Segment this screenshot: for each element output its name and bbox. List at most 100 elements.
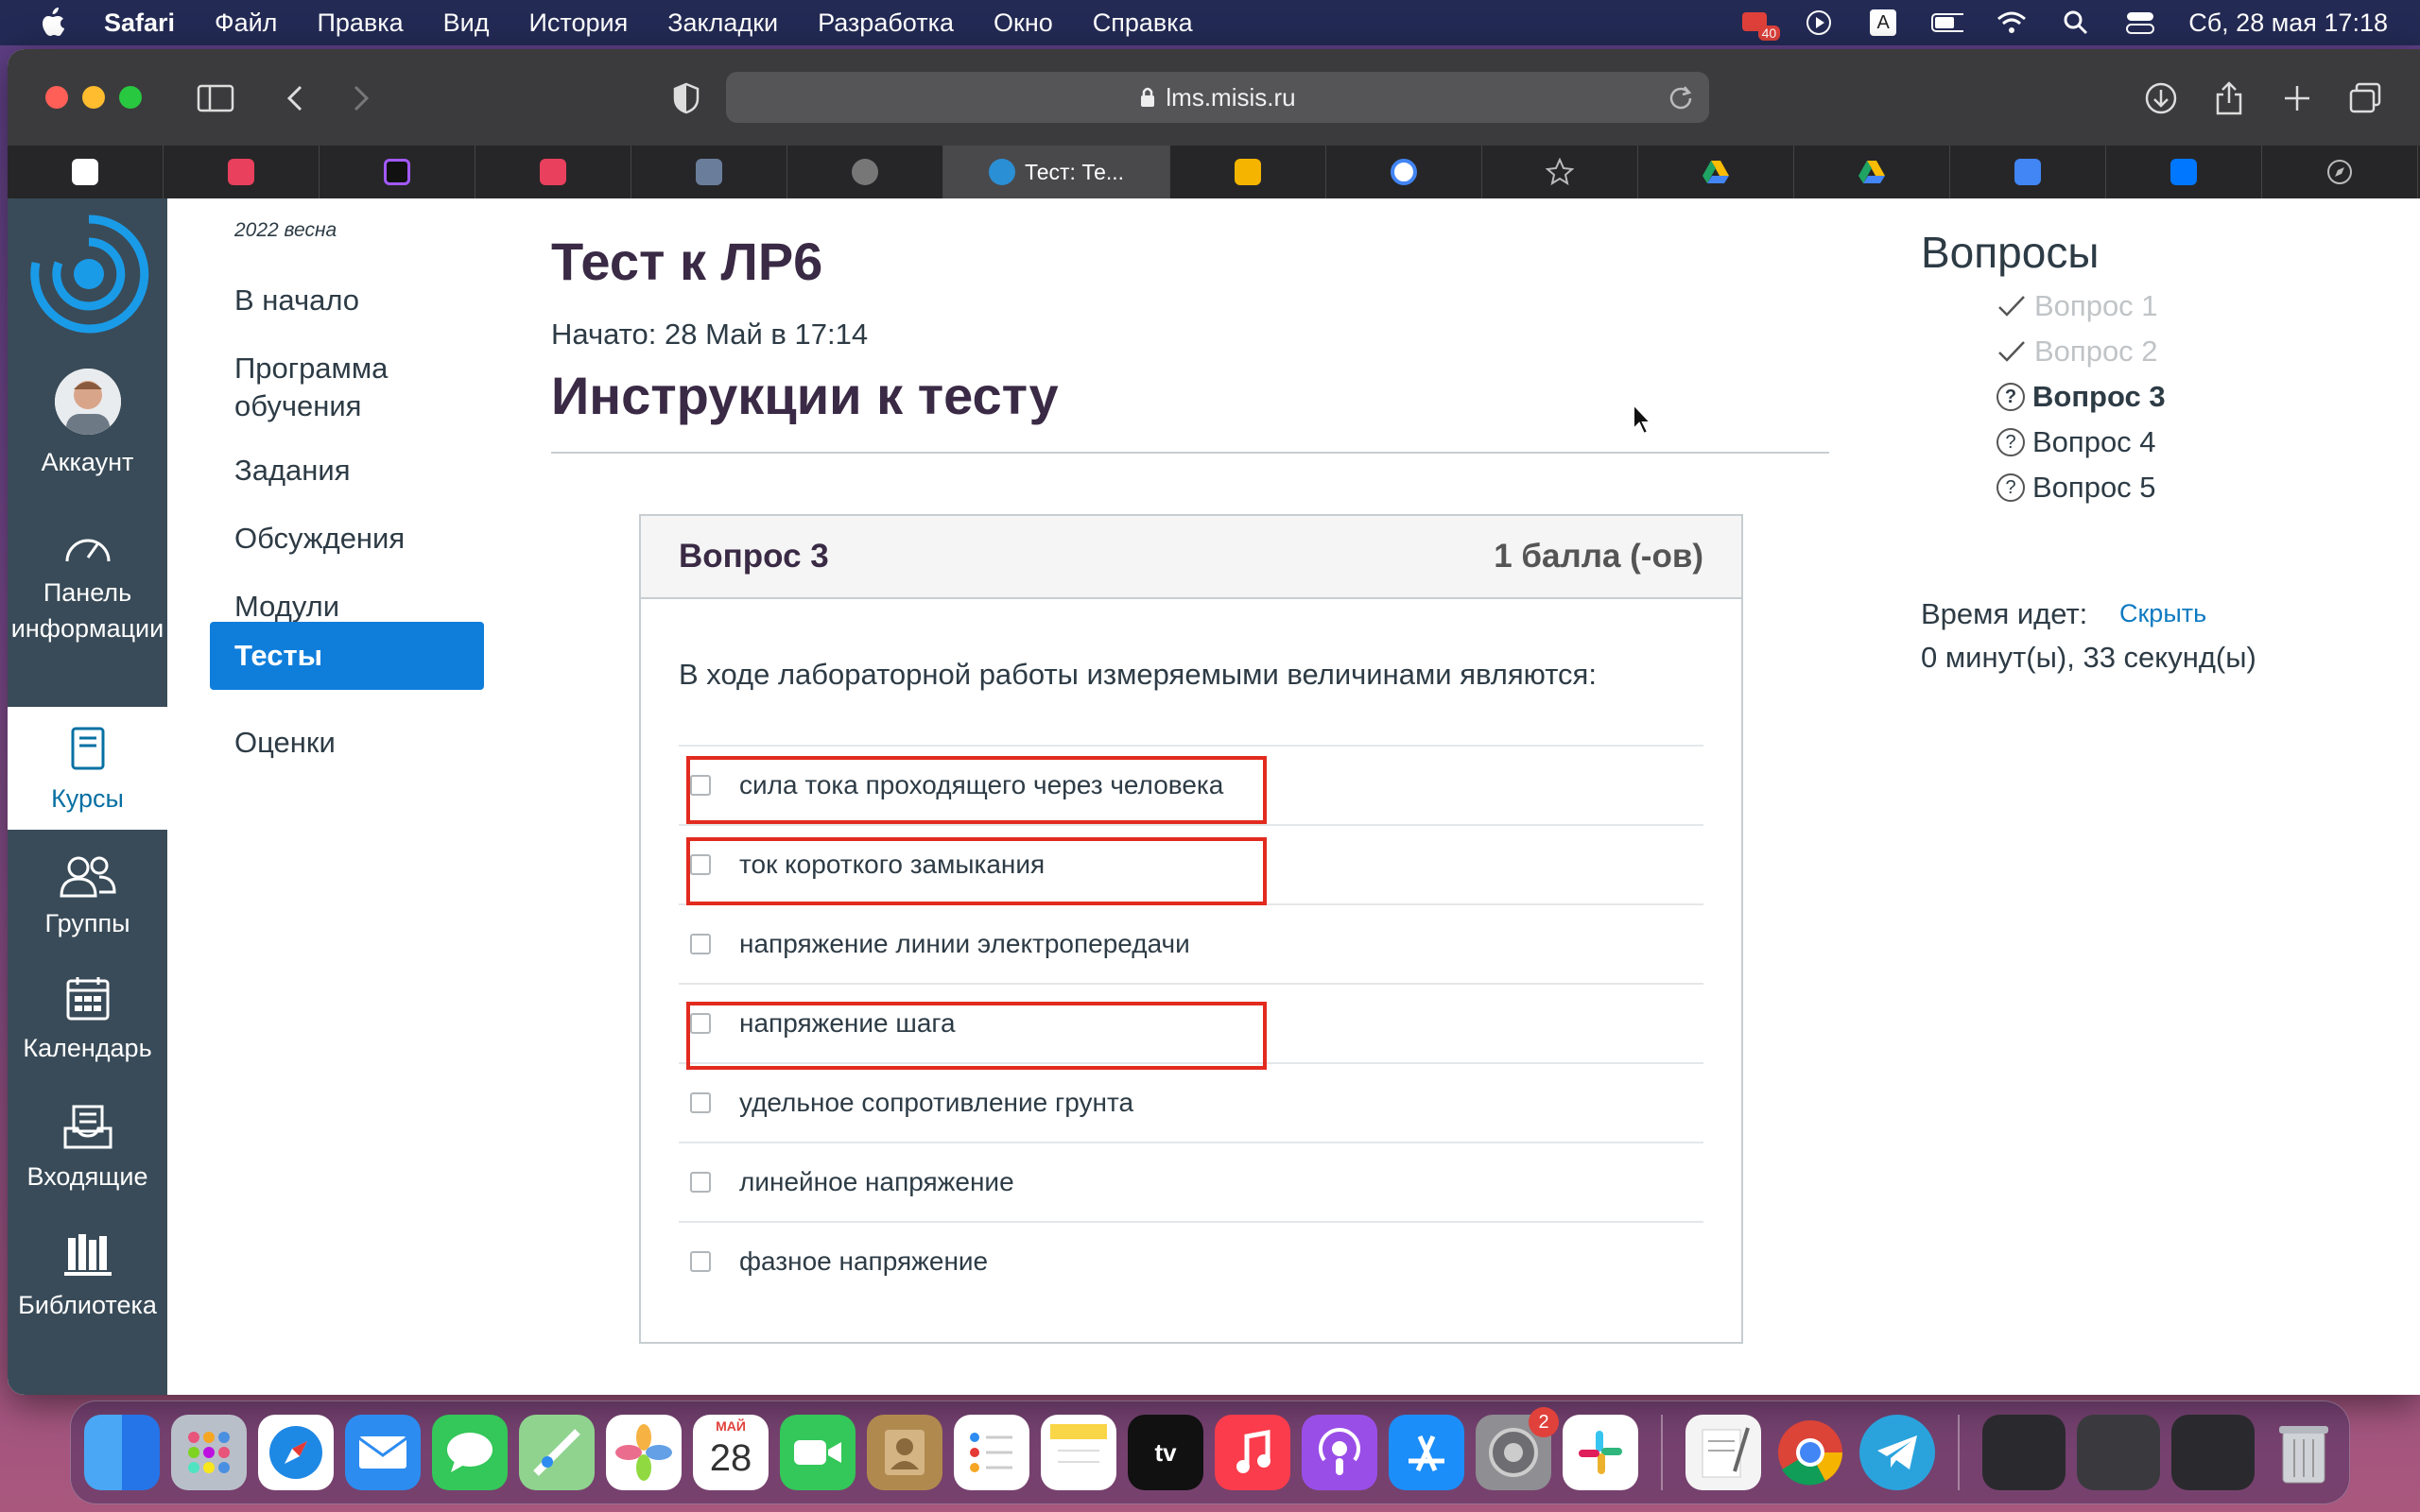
system-preferences-icon[interactable]: 2 [1476, 1407, 1559, 1490]
global-nav-groups[interactable]: Группы [8, 854, 167, 941]
facetime-icon[interactable] [780, 1415, 856, 1490]
privacy-shield-icon[interactable] [664, 76, 709, 121]
share-icon[interactable] [2206, 76, 2252, 121]
menu-history[interactable]: История [529, 9, 629, 38]
answer-option[interactable]: удельное сопротивление грунта [679, 1062, 1703, 1142]
launchpad-icon[interactable] [171, 1415, 247, 1490]
answer-checkbox[interactable] [690, 934, 711, 954]
global-nav-inbox[interactable]: Входящие [8, 1104, 167, 1194]
answer-checkbox[interactable] [690, 1092, 711, 1113]
chrome-icon[interactable] [1772, 1415, 1848, 1490]
spotlight-search-icon[interactable] [2060, 9, 2092, 37]
question-link-2[interactable]: Вопрос 2 [1996, 335, 2158, 369]
answer-checkbox[interactable] [690, 1172, 711, 1193]
global-nav-account[interactable]: Аккаунт [8, 369, 167, 480]
lms-logo-icon[interactable] [21, 206, 153, 338]
minimized-window-thumbnail[interactable] [2077, 1415, 2160, 1490]
input-source-icon[interactable]: A [1867, 9, 1899, 37]
music-icon[interactable] [1215, 1415, 1290, 1490]
safari-icon[interactable] [258, 1415, 334, 1490]
wifi-icon[interactable] [1996, 9, 2028, 37]
zoom-window-button[interactable] [119, 86, 142, 109]
apple-icon[interactable] [38, 7, 66, 39]
mail-icon[interactable] [345, 1415, 421, 1490]
tab-apple[interactable] [787, 146, 943, 198]
tab-google[interactable] [1326, 146, 1482, 198]
answer-option[interactable]: линейное напряжение [679, 1142, 1703, 1221]
course-nav-quizzes[interactable]: Тесты [210, 622, 484, 690]
tab-quiz-active[interactable]: Тест: Те... [943, 146, 1170, 198]
global-nav-library[interactable]: Библиотека [8, 1232, 167, 1323]
tab-compass[interactable] [2262, 146, 2418, 198]
global-nav-dashboard[interactable]: Панель информации [8, 529, 167, 646]
back-button[interactable] [272, 76, 318, 121]
telegram-icon[interactable] [1859, 1415, 1935, 1490]
course-nav-syllabus[interactable]: Программа обучения [210, 350, 484, 425]
contacts-icon[interactable] [867, 1415, 942, 1490]
tab-video[interactable] [8, 146, 164, 198]
tab-app-pink-2[interactable] [475, 146, 631, 198]
forward-button[interactable] [338, 76, 384, 121]
menu-view[interactable]: Вид [443, 9, 490, 38]
course-nav-home[interactable]: В начало [210, 282, 484, 319]
question-link-1[interactable]: Вопрос 1 [1996, 289, 2158, 323]
hide-timer-link[interactable]: Скрыть [2119, 599, 2206, 628]
tab-overview-icon[interactable] [2342, 76, 2388, 121]
textedit-icon[interactable] [1685, 1415, 1761, 1490]
tab-drive-2[interactable] [1794, 146, 1950, 198]
messages-icon[interactable] [432, 1415, 508, 1490]
trash-icon[interactable] [2266, 1415, 2342, 1490]
calendar-app-icon[interactable]: МАЙ 28 [693, 1415, 769, 1490]
tab-app-pink-1[interactable] [164, 146, 320, 198]
slack-icon[interactable] [1563, 1415, 1638, 1490]
notes-icon[interactable] [1041, 1415, 1116, 1490]
tab-vk[interactable] [2106, 146, 2262, 198]
sidebar-toggle-icon[interactable] [193, 76, 238, 121]
minimized-window-thumbnail[interactable] [2171, 1415, 2255, 1490]
menu-window[interactable]: Окно [994, 9, 1053, 38]
battery-icon[interactable] [1931, 9, 1964, 37]
finder-icon[interactable] [84, 1415, 160, 1490]
question-link-3[interactable]: ? Вопрос 3 [1996, 380, 2166, 414]
apple-tv-icon[interactable]: tv [1128, 1415, 1203, 1490]
reminders-icon[interactable] [954, 1415, 1029, 1490]
control-center-icon[interactable] [2124, 9, 2156, 37]
play-circle-icon[interactable] [1803, 9, 1835, 37]
course-nav-grades[interactable]: Оценки [210, 724, 484, 762]
podcasts-icon[interactable] [1302, 1415, 1377, 1490]
address-bar[interactable]: lms.misis.ru [726, 72, 1709, 123]
minimize-window-button[interactable] [82, 86, 105, 109]
tab-bookmark[interactable] [1482, 146, 1638, 198]
question-link-5[interactable]: ? Вопрос 5 [1996, 471, 2156, 505]
new-tab-plus-icon[interactable] [2274, 76, 2320, 121]
minimized-window-thumbnail[interactable] [1982, 1415, 2066, 1490]
tab-figma[interactable] [320, 146, 475, 198]
tab-slides[interactable] [1170, 146, 1326, 198]
course-nav-assignments[interactable]: Задания [210, 452, 484, 490]
photos-icon[interactable] [606, 1415, 682, 1490]
reload-icon[interactable] [1668, 83, 1694, 110]
status-app-icon[interactable]: 40 [1738, 9, 1781, 41]
global-nav-courses[interactable]: Курсы [8, 707, 167, 830]
global-nav-calendar[interactable]: Календарь [8, 975, 167, 1066]
menubar-datetime[interactable]: Сб, 28 мая 17:18 [2188, 9, 2388, 38]
menu-bookmarks[interactable]: Закладки [667, 9, 778, 38]
menu-app-name[interactable]: Safari [104, 9, 175, 38]
question-link-4[interactable]: ? Вопрос 4 [1996, 425, 2156, 459]
course-nav-discussions[interactable]: Обсуждения [210, 520, 484, 558]
maps-icon[interactable] [519, 1415, 595, 1490]
downloads-icon[interactable] [2138, 76, 2184, 121]
tab-image[interactable] [631, 146, 787, 198]
menu-help[interactable]: Справка [1093, 9, 1193, 38]
answer-option[interactable]: фазное напряжение [679, 1221, 1703, 1300]
menu-develop[interactable]: Разработка [818, 9, 954, 38]
answer-option[interactable]: напряжение линии электропередачи [679, 903, 1703, 983]
tab-drive-1[interactable] [1638, 146, 1794, 198]
app-store-icon[interactable] [1389, 1415, 1464, 1490]
menu-file[interactable]: Файл [215, 9, 277, 38]
course-nav-modules[interactable]: Модули [210, 588, 484, 626]
close-window-button[interactable] [45, 86, 68, 109]
tab-docs[interactable] [1950, 146, 2106, 198]
menu-edit[interactable]: Правка [317, 9, 403, 38]
answer-checkbox[interactable] [690, 1251, 711, 1272]
